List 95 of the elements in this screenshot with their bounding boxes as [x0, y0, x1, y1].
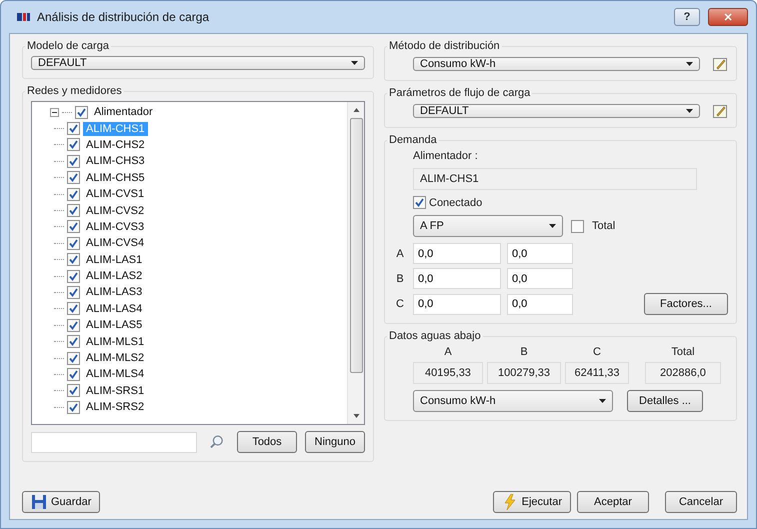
collapse-icon[interactable] [50, 108, 59, 117]
tree-item[interactable]: Alimentador [91, 105, 156, 120]
phase-value-field[interactable]: 0,0 [413, 294, 501, 314]
scroll-thumb[interactable] [350, 118, 362, 373]
edit-icon[interactable] [712, 56, 728, 72]
group-title: Modelo de carga [26, 40, 110, 52]
caret-icon [686, 109, 693, 113]
tree-item[interactable]: ALIM-MLS2 [83, 351, 148, 366]
column-header: B [519, 346, 529, 358]
phase-value-field[interactable]: 0,0 [507, 268, 573, 289]
checkbox[interactable] [75, 106, 88, 119]
column-header: A [443, 346, 453, 358]
select-none-button[interactable]: Ninguno [305, 431, 365, 453]
caret-icon [686, 62, 693, 66]
group-title: Redes y medidores [26, 85, 123, 97]
checkbox[interactable] [67, 270, 80, 283]
group-title: Datos aguas abajo [388, 330, 482, 342]
feeder-label: Alimentador : [413, 150, 479, 162]
connected-label: Conectado [429, 196, 482, 208]
tree-item[interactable]: ALIM-CVS4 [83, 236, 148, 250]
tree-item[interactable]: ALIM-LAS1 [83, 252, 146, 267]
phase-value-field[interactable]: 0,0 [413, 243, 501, 264]
checkbox[interactable] [67, 335, 80, 348]
total-value-field: 202886,0 [645, 362, 721, 384]
checkbox[interactable] [413, 196, 426, 209]
tree-item[interactable]: ALIM-CHS3 [83, 154, 148, 168]
checkbox[interactable] [67, 171, 80, 184]
phase-value-field[interactable]: 0,0 [413, 268, 501, 289]
window-title: Análisis de distribución de carga [37, 10, 210, 24]
checkbox[interactable] [67, 253, 80, 266]
checkbox[interactable] [67, 286, 80, 299]
checkbox[interactable] [67, 236, 80, 250]
group-title: Parámetros de flujo de carga [388, 87, 532, 99]
checkbox[interactable] [67, 138, 80, 152]
caret-icon [351, 61, 358, 65]
tree-item[interactable]: ALIM-LAS5 [83, 318, 146, 332]
lightning-icon [502, 494, 518, 510]
select-all-button[interactable]: Todos [237, 431, 297, 453]
total-label: Total [592, 220, 616, 232]
checkbox[interactable] [67, 318, 80, 332]
phase-value-field[interactable]: 0,0 [507, 243, 573, 264]
phase-label: B [395, 272, 405, 284]
checkbox[interactable] [67, 220, 80, 234]
tree-item[interactable]: ALIM-SRS2 [83, 400, 148, 414]
feeder-field: ALIM-CHS1 [413, 168, 697, 190]
caret-icon [549, 224, 556, 228]
checkbox[interactable] [67, 302, 80, 316]
checkbox[interactable] [67, 352, 80, 365]
checkbox[interactable] [67, 204, 80, 218]
phase-label: C [395, 298, 405, 310]
caret-icon [599, 399, 606, 403]
run-button[interactable]: Ejecutar [492, 491, 571, 513]
tree-item[interactable]: ALIM-LAS4 [83, 302, 146, 316]
tree-item[interactable]: ALIM-MLS1 [83, 334, 148, 349]
tree-item[interactable]: ALIM-LAS2 [83, 269, 146, 284]
scrollbar[interactable] [347, 102, 364, 424]
tree-item[interactable]: ALIM-MLS4 [83, 367, 148, 382]
tree-item[interactable]: ALIM-CHS2 [83, 138, 148, 152]
factors-button[interactable]: Factores... [644, 293, 728, 315]
column-header: C [592, 346, 602, 358]
tree-item[interactable]: ALIM-LAS3 [83, 285, 146, 300]
phase-value-field[interactable]: 0,0 [507, 294, 573, 314]
total-value-field: 100279,33 [487, 362, 561, 384]
tree-item[interactable]: ALIM-CVS2 [83, 204, 148, 218]
tree-item[interactable]: ALIM-CHS5 [83, 170, 148, 185]
mode-dropdown[interactable]: A FP [413, 215, 563, 237]
load-model-dropdown[interactable]: DEFAULT [31, 56, 365, 70]
search-field[interactable] [31, 432, 198, 452]
total-value-field: 40195,33 [413, 362, 483, 384]
accept-button[interactable]: Aceptar [577, 491, 649, 513]
checkbox[interactable] [67, 400, 80, 414]
details-button[interactable]: Detalles ... [627, 390, 703, 412]
total-value-field: 62411,33 [565, 362, 629, 384]
help-button[interactable]: ? [674, 8, 700, 26]
checkbox[interactable] [67, 188, 80, 201]
checkbox[interactable] [67, 154, 80, 168]
group-title: Método de distribución [388, 40, 501, 52]
tree-item[interactable]: ALIM-SRS1 [83, 384, 148, 398]
column-header: Total [670, 346, 696, 358]
flow-params-dropdown[interactable]: DEFAULT [413, 104, 700, 118]
checkbox[interactable] [67, 384, 80, 398]
checkbox[interactable] [67, 368, 80, 381]
search-icon[interactable] [209, 434, 225, 450]
edit-icon[interactable] [712, 103, 728, 119]
checkbox[interactable] [571, 220, 584, 232]
checkbox[interactable] [67, 122, 80, 136]
save-button[interactable]: Guardar [22, 491, 100, 513]
tree-item[interactable]: ALIM-CVS1 [83, 187, 148, 202]
app-logo-icon [17, 12, 31, 22]
phase-label: A [395, 248, 405, 260]
cancel-button[interactable]: Cancelar [665, 491, 737, 513]
tree-item[interactable]: ALIM-CVS3 [83, 220, 148, 234]
unit-dropdown[interactable]: Consumo kW-h [413, 390, 613, 412]
group-title: Demanda [388, 134, 438, 146]
method-dropdown[interactable]: Consumo kW-h [413, 57, 700, 71]
